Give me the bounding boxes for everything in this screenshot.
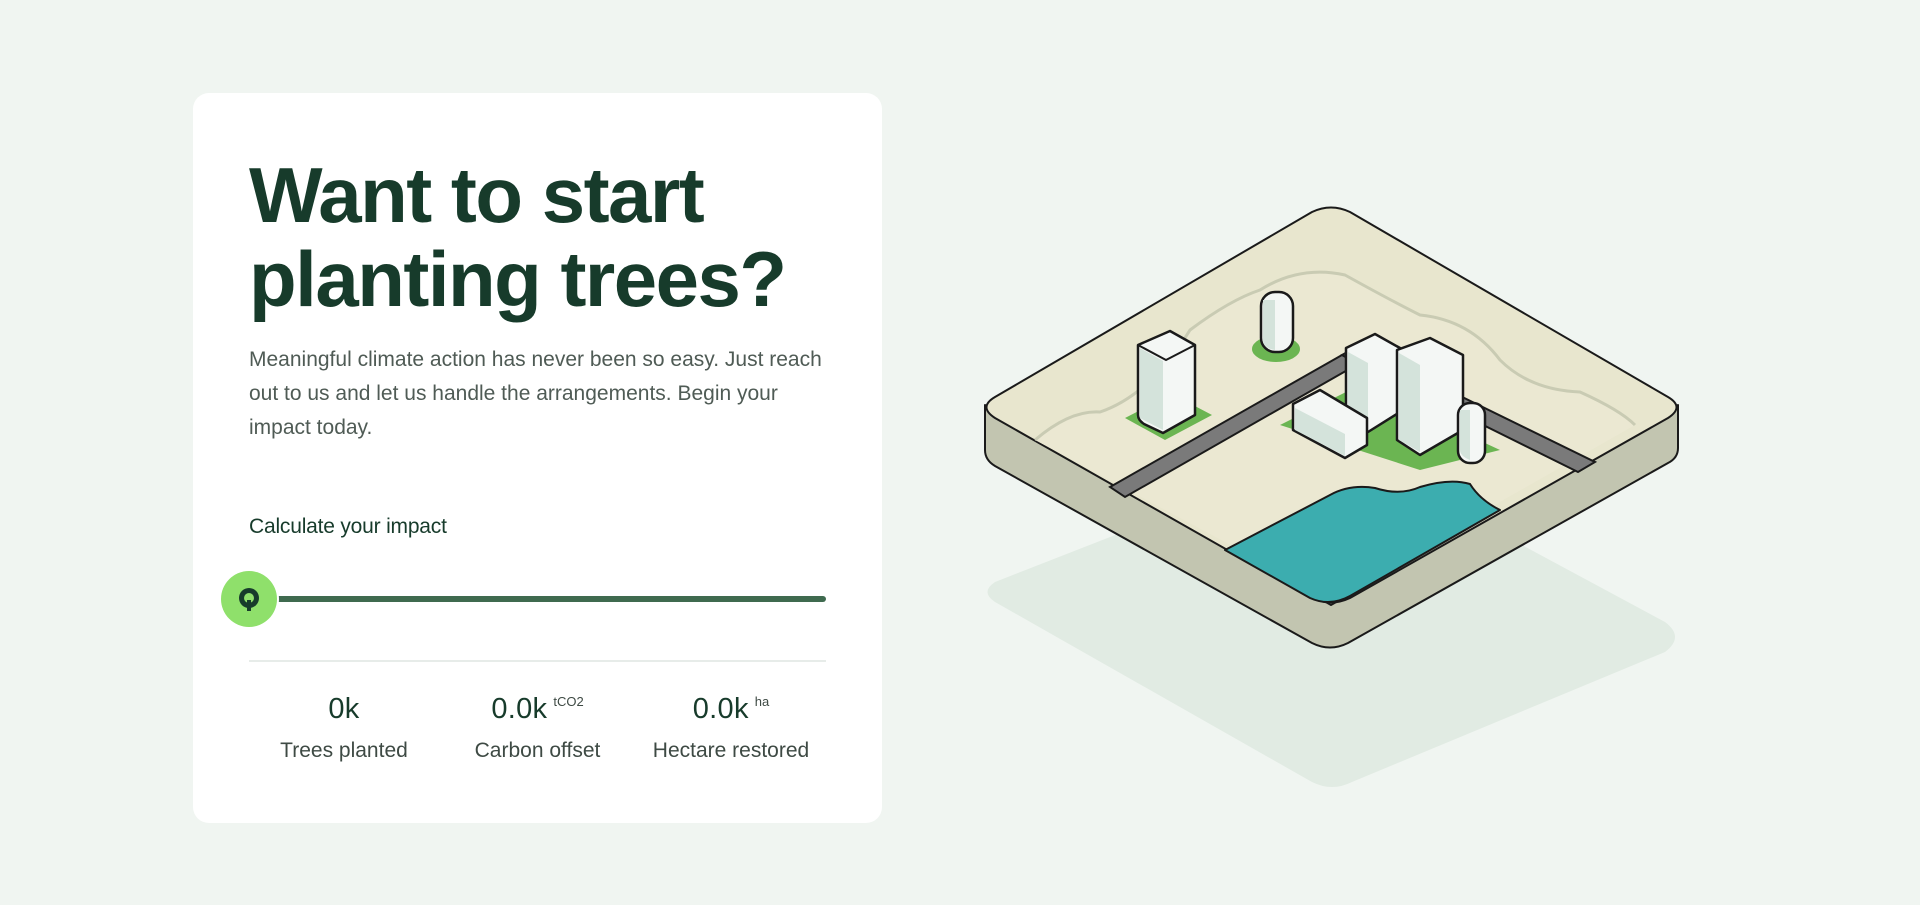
impact-card: Want to start planting trees? Meaningful… xyxy=(193,93,882,823)
page-title: Want to start planting trees? xyxy=(249,153,849,321)
stat-value-row: 0.0k ha xyxy=(636,689,826,733)
stat-carbon-offset: 0.0k tCO2 Carbon offset xyxy=(443,689,633,765)
title-line-1: Want to start xyxy=(249,151,705,239)
leaf-logo-icon xyxy=(239,588,259,611)
building-cylinder xyxy=(1259,290,1295,354)
hero-description: Meaningful climate action has never been… xyxy=(249,348,822,439)
trees-planted-value: 0k xyxy=(328,693,360,725)
impact-slider[interactable] xyxy=(221,571,826,627)
title-line-2: planting trees? xyxy=(249,235,787,323)
hectare-restored-label: Hectare restored xyxy=(652,739,810,762)
building-tall-left xyxy=(1136,329,1197,435)
carbon-offset-label: Carbon offset xyxy=(474,739,601,762)
isometric-city-map-illustration xyxy=(984,206,1679,787)
carbon-offset-unit: tCO2 xyxy=(553,694,584,709)
slider-thumb[interactable] xyxy=(221,571,277,627)
carbon-offset-value: 0.0k xyxy=(491,693,548,725)
stat-value-row: 0.0k tCO2 xyxy=(443,689,633,733)
page: Want to start planting trees? Meaningful… xyxy=(0,0,1920,905)
calculator-label: Calculate your impact xyxy=(249,515,447,538)
slider-track[interactable] xyxy=(249,596,826,602)
divider xyxy=(249,660,826,662)
stat-hectare-restored: 0.0k ha Hectare restored xyxy=(636,689,826,765)
hectare-restored-value: 0.0k xyxy=(692,693,749,725)
hectare-restored-unit: ha xyxy=(754,694,770,709)
trees-planted-label: Trees planted xyxy=(280,739,408,762)
stat-value-row: 0k xyxy=(249,689,439,733)
stat-trees-planted: 0k Trees planted xyxy=(249,689,439,765)
impact-stats: 0k Trees planted 0.0k tCO2 Carbon offset… xyxy=(249,689,826,765)
